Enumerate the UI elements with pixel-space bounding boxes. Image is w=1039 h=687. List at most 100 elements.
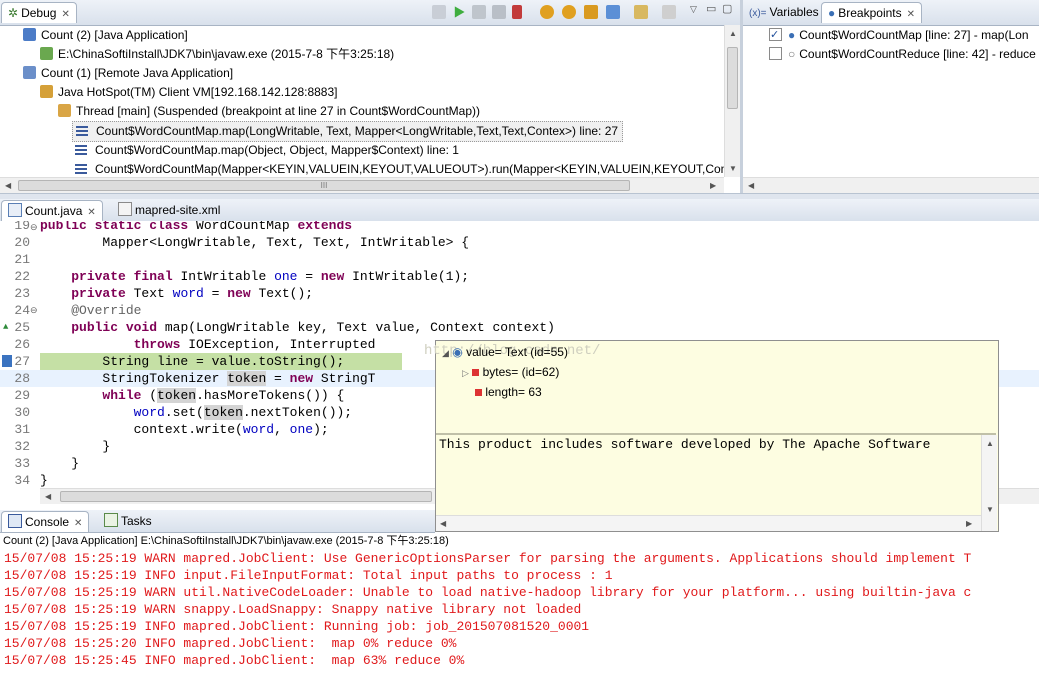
debug-view-tabbar: ✲ Debug ✕ ▽ ▭ ▢ (0, 0, 740, 26)
console-line: 15/07/08 15:25:19 WARN mapred.JobClient:… (4, 551, 972, 566)
line-text: String line = value.toString(); (40, 354, 345, 369)
debug-horizontal-scrollbar[interactable]: ◀ III ▶ (0, 177, 724, 193)
scroll-right-icon[interactable]: ▶ (966, 519, 972, 528)
drop-to-frame-icon[interactable] (606, 5, 620, 19)
variable-hover-popup[interactable]: http://blog.csdn.net/ ◢ ◉ value= Text (i… (424, 340, 999, 532)
hover-child-label: length= 63 (485, 385, 542, 399)
terminate-icon[interactable] (492, 5, 506, 19)
view-menu-icon[interactable]: ▽ (690, 4, 697, 15)
collapse-icon[interactable]: ◢ (442, 348, 449, 358)
line-text: throws IOException, Interrupted (133, 337, 376, 352)
tab-debug-label: Debug (21, 6, 57, 20)
line-text: } (40, 439, 111, 454)
console-line: 15/07/08 15:25:20 INFO mapred.JobClient:… (4, 636, 457, 651)
scroll-right-icon[interactable]: ▶ (710, 181, 716, 190)
breakpoint-enabled-checkbox[interactable] (769, 47, 782, 60)
line-number: 19 (14, 221, 30, 233)
breakpoints-list: ●Count$WordCountMap [line: 27] - map(Lon… (743, 25, 1039, 177)
hover-child-item[interactable]: length= 63 (442, 383, 568, 402)
vm-icon (40, 85, 53, 98)
step-return-icon[interactable] (584, 5, 598, 19)
tree-item-process[interactable]: E:\ChinaSoftiInstall\JDK7\bin\javaw.exe … (40, 45, 394, 64)
line-number: 28 (14, 371, 30, 386)
step-into-icon[interactable] (540, 5, 554, 19)
tab-console[interactable]: Console ✕ (1, 511, 90, 532)
hover-child-item[interactable]: ▷ bytes= (id=62) (442, 363, 568, 383)
tab-label: Tasks (121, 514, 152, 528)
tab-tasks[interactable]: Tasks (98, 511, 158, 531)
scroll-left-icon[interactable]: ◀ (748, 181, 754, 190)
suspend-icon[interactable] (472, 5, 486, 19)
scrollbar-thumb[interactable]: III (18, 180, 630, 191)
debug-vertical-scrollbar[interactable]: ▲ ▼ (724, 25, 740, 177)
tab-mapred-site-xml[interactable]: mapred-site.xml (112, 200, 226, 220)
step-over-icon[interactable] (562, 5, 576, 19)
tree-item-vm[interactable]: Java HotSpot(TM) Client VM[192.168.142.1… (40, 83, 338, 102)
close-icon[interactable]: ✕ (61, 9, 69, 20)
line-number: 24 (14, 303, 30, 318)
debug-icon: ✲ (8, 6, 19, 20)
scroll-up-icon[interactable]: ▲ (729, 29, 737, 38)
scroll-up-icon[interactable]: ▲ (986, 439, 994, 448)
tree-item-label: Count (2) [Java Application] (41, 28, 188, 42)
close-icon[interactable]: ✕ (907, 9, 915, 20)
line-text: while (token.hasMoreTokens()) { (102, 388, 345, 403)
breakpoint-item[interactable]: ○ Count$WordCountReduce [line: 42] - redu… (769, 45, 1036, 64)
console-output[interactable]: 15/07/08 15:25:19 WARN mapred.JobClient:… (0, 551, 1039, 687)
tab-count-java[interactable]: Count.java ✕ (1, 200, 103, 221)
code-line: 24 @Override (0, 302, 1039, 319)
breakpoint-item[interactable]: ●Count$WordCountMap [line: 27] - map(Lon (769, 26, 1029, 45)
use-step-filters-icon[interactable] (634, 5, 648, 19)
minimize-icon[interactable]: ▭ (706, 2, 716, 15)
expand-icon[interactable]: ▷ (462, 368, 469, 378)
thread-icon[interactable] (662, 5, 676, 19)
hover-root-item[interactable]: ◢ ◉ value= Text (id=55) (442, 343, 568, 363)
scroll-left-icon[interactable]: ◀ (45, 492, 51, 501)
tree-item-label: Thread [main] (Suspended (breakpoint at … (76, 104, 481, 118)
hover-detail-scrollbar[interactable]: ▲ ▼ (981, 435, 997, 531)
tree-item-label: Java HotSpot(TM) Client VM[192.168.142.1… (58, 85, 338, 99)
tab-variables-label: Variables (769, 5, 819, 19)
hover-hscroll[interactable]: ◀ ▶ (436, 515, 981, 531)
tree-item-launch-1[interactable]: Count (1) [Remote Java Application] (23, 64, 233, 83)
resume-icon[interactable] (454, 6, 465, 18)
scroll-left-icon[interactable]: ◀ (440, 519, 446, 528)
remote-app-icon (23, 66, 36, 79)
tree-item-launch-2[interactable]: Count (2) [Java Application] (23, 26, 188, 45)
scrollbar-thumb[interactable] (60, 491, 432, 502)
java-app-icon (23, 28, 36, 41)
maximize-icon[interactable]: ▢ (722, 2, 732, 15)
tree-item-thread[interactable]: Thread [main] (Suspended (breakpoint at … (58, 102, 480, 121)
tab-breakpoints[interactable]: ● Breakpoints ✕ (821, 2, 923, 23)
stack-frame[interactable]: Count$WordCountMap.map(Object, Object, M… (75, 141, 459, 160)
disconnect-icon[interactable] (512, 5, 522, 19)
breakpoint-enabled-checkbox[interactable] (769, 26, 782, 45)
breakpoint-disabled-icon: ○ (788, 47, 796, 61)
tab-breakpoints-label: Breakpoints (838, 6, 902, 20)
close-icon[interactable]: ✕ (87, 207, 95, 218)
line-number: 23 (14, 286, 30, 301)
hover-tree: ◢ ◉ value= Text (id=55) ▷ bytes= (id=62)… (442, 343, 568, 402)
collapse-marker-icon[interactable]: ⊖ (30, 305, 38, 316)
scroll-down-icon[interactable]: ▼ (729, 164, 737, 173)
stack-frame-selected[interactable]: Count$WordCountMap.map(LongWritable, Tex… (72, 121, 624, 142)
scroll-left-icon[interactable]: ◀ (5, 181, 11, 190)
code-line: 22 private final IntWritable one = new I… (0, 268, 1039, 285)
code-line: 21 (0, 251, 1039, 268)
tree-item-label: Count$WordCountMap.map(LongWritable, Tex… (96, 124, 619, 138)
line-text: } (40, 473, 48, 488)
console-process-label: Count (2) [Java Application] E:\ChinaSof… (3, 535, 449, 547)
scroll-down-icon[interactable]: ▼ (986, 505, 994, 514)
line-number: 34 (14, 473, 30, 488)
tab-debug[interactable]: ✲ Debug ✕ (1, 2, 77, 23)
collapse-marker-icon[interactable]: ⊖ (30, 222, 38, 233)
scrollbar-thumb[interactable] (727, 47, 738, 109)
breakpoints-horizontal-scrollbar[interactable]: ◀ (743, 177, 1039, 193)
skip-breakpoints-icon[interactable] (432, 5, 446, 19)
line-text: context.write(word, one); (40, 422, 329, 437)
console-icon (8, 514, 22, 528)
tab-variables[interactable]: (x)= Variables (743, 2, 825, 22)
breakpoint-label: Count$WordCountReduce [line: 42] - reduc… (799, 47, 1036, 61)
tab-label: mapred-site.xml (135, 203, 221, 217)
close-icon[interactable]: ✕ (74, 518, 82, 529)
